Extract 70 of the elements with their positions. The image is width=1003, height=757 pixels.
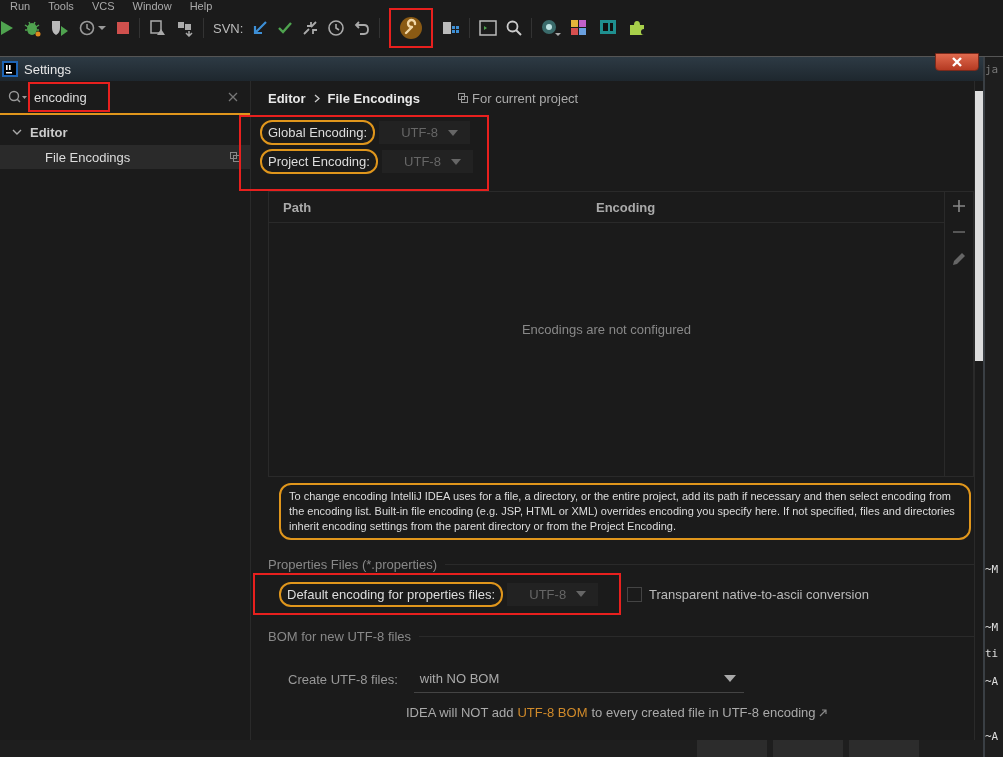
- shield-run-icon[interactable]: [50, 19, 70, 37]
- code-fragment: ~A: [985, 730, 999, 743]
- tree-item[interactable]: File Encodings: [0, 145, 250, 169]
- info-text: To change encoding IntelliJ IDEA uses for a file, a directory, or the entire project, add its path if necessary and then select encoding from the encoding list. Built-in file encoding (e.g. JSP, HTML or XML) overrides encoding you specify here. If not specified, files and directories inherit encoding settings from the parent directory or from the Project Encoding.: [279, 483, 971, 540]
- arrow-down-left-icon[interactable]: [252, 20, 269, 36]
- menu-item[interactable]: Run: [10, 0, 31, 12]
- wrench-icon[interactable]: [399, 16, 424, 40]
- undo-icon[interactable]: [354, 20, 371, 36]
- cubes-icon[interactable]: [176, 19, 194, 37]
- breadcrumb-item: Editor: [268, 90, 306, 106]
- note-text: IDEA will NOT add: [406, 705, 514, 720]
- menu-item[interactable]: VCS: [91, 0, 115, 12]
- pencil-icon[interactable]: [952, 252, 966, 266]
- checkbox[interactable]: [627, 586, 642, 602]
- field-label: Global Encoding:: [260, 120, 375, 145]
- tree-item[interactable]: Editor: [0, 119, 250, 145]
- search-text: encoding: [34, 89, 87, 105]
- window-title: Settings: [24, 61, 71, 77]
- search-icon: [8, 90, 28, 104]
- caret-icon: [723, 675, 736, 682]
- code-fragment: ja: [985, 63, 999, 76]
- menu-item[interactable]: Help: [189, 0, 213, 12]
- search-icon[interactable]: [506, 20, 523, 36]
- section-title: Properties Files (*.properties): [268, 556, 438, 572]
- caret-icon: [450, 158, 461, 165]
- stop-icon[interactable]: [116, 21, 130, 35]
- bom-dropdown[interactable]: with NO BOM: [413, 665, 744, 693]
- close-icon: [951, 57, 963, 67]
- menu-item[interactable]: Window: [132, 0, 172, 12]
- checkbox-label[interactable]: Transparent native-to-ascii conversion: [649, 586, 869, 602]
- section-title: BOM for new UTF-8 files: [268, 628, 412, 644]
- code-fragment: ~M: [985, 621, 999, 634]
- svn-label: SVN:: [213, 20, 244, 36]
- monitor-icon[interactable]: [149, 19, 167, 37]
- app-logo-icon: [2, 61, 18, 77]
- scope-label: For current project: [472, 90, 579, 106]
- clear-icon[interactable]: [228, 92, 238, 102]
- terminal-icon[interactable]: [479, 20, 498, 36]
- code-fragment: ~A: [985, 675, 999, 688]
- clock-icon[interactable]: [327, 19, 346, 37]
- column-header: Path: [282, 199, 313, 215]
- copy-icon: [230, 152, 240, 162]
- check-icon[interactable]: [277, 20, 294, 36]
- scrollbar-thumb[interactable]: [975, 91, 983, 361]
- clock-run-icon[interactable]: [79, 19, 107, 37]
- menu-item[interactable]: Tools: [48, 0, 74, 12]
- empty-message: Encodings are not configured: [521, 322, 692, 337]
- field-label: Create UTF-8 files:: [288, 671, 398, 687]
- external-link-icon[interactable]: [819, 708, 828, 717]
- add-icon[interactable]: [953, 200, 965, 212]
- bug-icon[interactable]: [23, 19, 41, 37]
- run-icon[interactable]: [0, 20, 14, 36]
- field-label: Project Encoding:: [260, 149, 378, 174]
- code-fragment: ti: [985, 647, 999, 660]
- column-header: Encoding: [596, 199, 656, 215]
- merge-icon[interactable]: [302, 20, 319, 36]
- breadcrumb-item: File Encodings: [327, 90, 421, 106]
- caret-icon: [448, 129, 458, 136]
- puzzle-icon[interactable]: [628, 19, 647, 37]
- caret-icon: [576, 591, 587, 597]
- bom-link[interactable]: UTF-8 BOM: [517, 705, 588, 720]
- code-fragment: ~M: [985, 563, 999, 576]
- note-text: to every created file in UTF-8 encoding: [591, 705, 816, 720]
- field-label: Default encoding for properties files:: [279, 581, 504, 607]
- copy-icon: [458, 93, 469, 103]
- close-button[interactable]: [935, 53, 979, 71]
- circle-icon[interactable]: [541, 19, 562, 37]
- search-field[interactable]: encoding: [0, 81, 250, 115]
- chevron-icon: [313, 93, 320, 103]
- layout-icon[interactable]: [442, 19, 461, 37]
